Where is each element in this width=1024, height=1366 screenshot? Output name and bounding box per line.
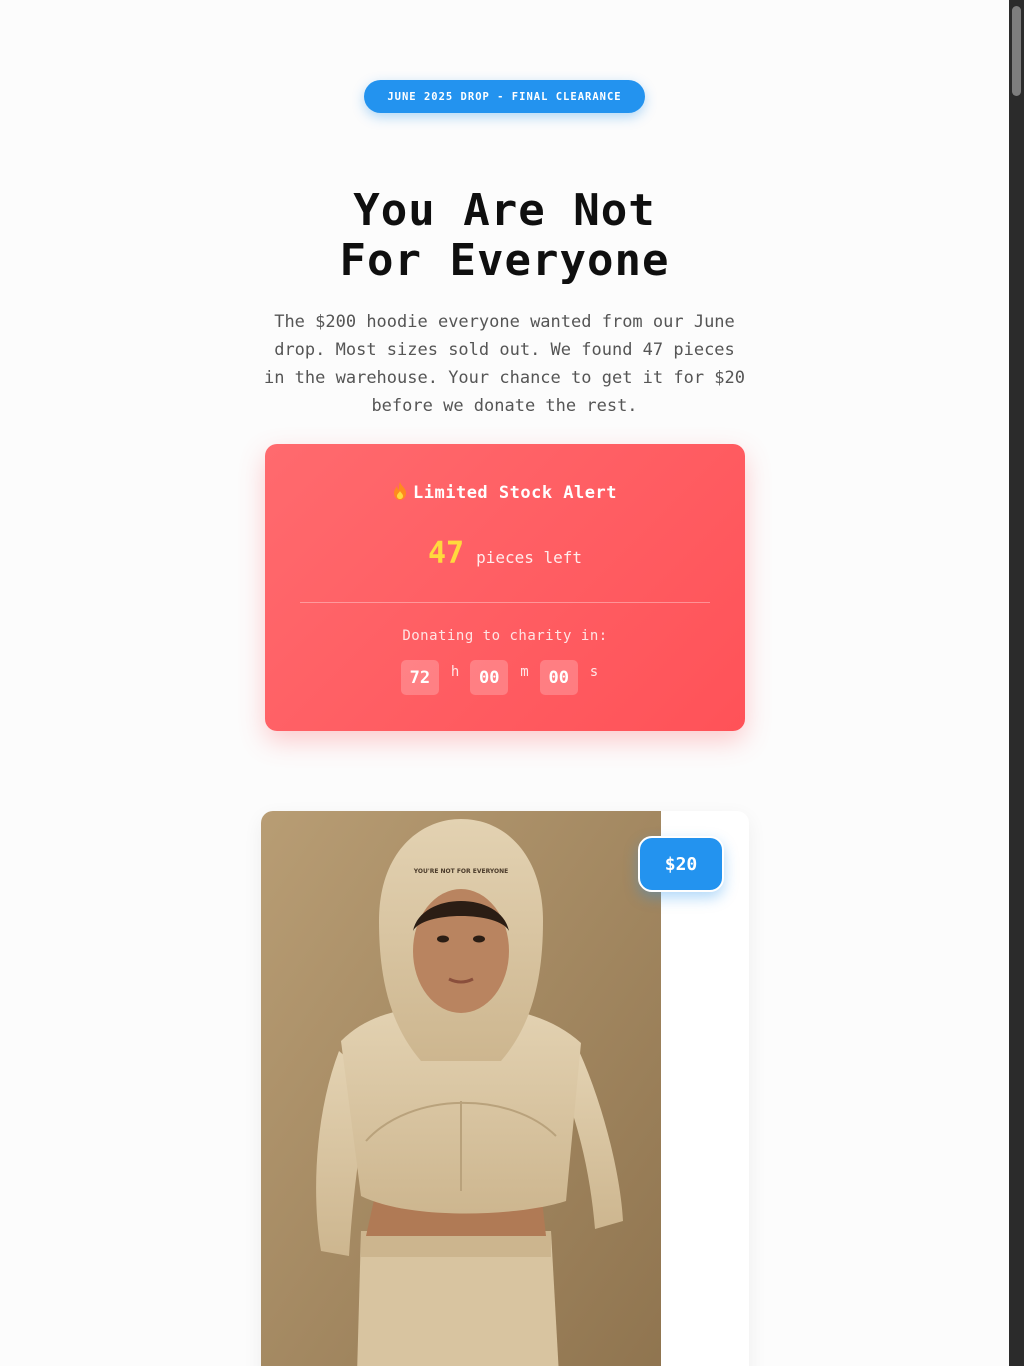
fire-icon: [393, 482, 407, 503]
hood-print: YOU'RE NOT FOR EVERYONE: [413, 868, 508, 875]
stock-count: 47: [427, 536, 465, 571]
timer-seconds: 00: [539, 660, 578, 695]
stock-count-row: 47 pieces left: [265, 536, 745, 571]
title-line-2: For Everyone: [339, 235, 670, 286]
timer-minutes-unit: m: [520, 664, 529, 680]
price-tag[interactable]: $20: [638, 836, 724, 892]
title-line-1: You Are Not: [353, 185, 656, 236]
stock-alert-card: Limited Stock Alert 47 pieces left Donat…: [265, 444, 745, 731]
stock-alert-heading: Limited Stock Alert: [265, 482, 745, 503]
scrollbar-track[interactable]: [1009, 0, 1024, 1366]
drop-badge: JUNE 2025 DROP - FINAL CLEARANCE: [364, 80, 645, 113]
page-title: You Are Not For Everyone: [0, 186, 1009, 286]
product-photo[interactable]: YOU'RE NOT FOR EVERYONE: [261, 811, 661, 1366]
landing-page: JUNE 2025 DROP - FINAL CLEARANCE You Are…: [0, 0, 1009, 1366]
timer-minutes: 00: [470, 660, 509, 695]
stock-alert-title: Limited Stock Alert: [413, 483, 617, 503]
stock-count-label: pieces left: [476, 548, 583, 567]
timer-hours: 72: [400, 660, 439, 695]
timer-hours-unit: h: [450, 664, 460, 680]
countdown-timer: 72 h 00 m 00 s: [265, 660, 745, 695]
donate-countdown-label: Donating to charity in:: [402, 628, 608, 644]
timer-seconds-unit: s: [589, 664, 599, 680]
product-card[interactable]: YOU'RE NOT FOR EVERYONE: [261, 811, 749, 1366]
alert-divider: [300, 602, 710, 603]
scrollbar-thumb[interactable]: [1012, 6, 1021, 96]
hero-description: The $200 hoodie everyone wanted from our…: [263, 312, 746, 416]
hoodie-model-image: YOU'RE NOT FOR EVERYONE: [261, 811, 661, 1366]
